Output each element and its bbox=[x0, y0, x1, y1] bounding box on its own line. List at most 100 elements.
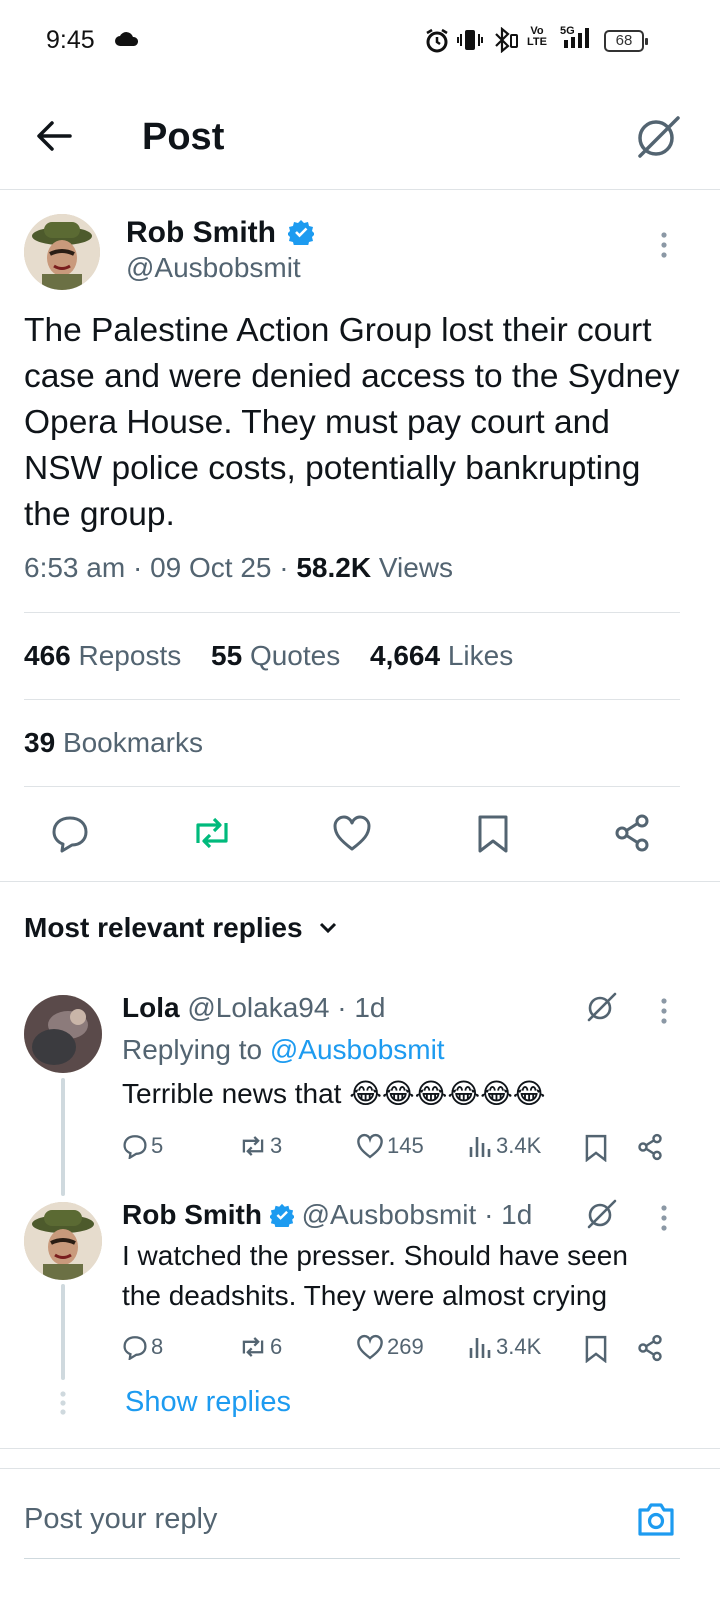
replying-to-prefix: Replying to bbox=[122, 1034, 263, 1065]
like-count: 145 bbox=[387, 1133, 424, 1158]
repost-button[interactable]: 3 bbox=[238, 1133, 282, 1159]
composer-top-divider bbox=[0, 1468, 720, 1469]
bookmarks-label: Bookmarks bbox=[62, 727, 203, 758]
reply-author-handle[interactable]: @Ausbobsmit bbox=[302, 1199, 477, 1230]
reply-button[interactable] bbox=[50, 813, 90, 853]
likes-count: 4,664 bbox=[370, 640, 441, 671]
bookmarks-count: 39 bbox=[24, 727, 56, 758]
repost-button[interactable]: 6 bbox=[238, 1334, 282, 1360]
repost-count: 3 bbox=[270, 1133, 283, 1158]
reply-header: Rob Smith @Ausbobsmit · 1d bbox=[122, 1199, 533, 1230]
reply-button[interactable]: 5 bbox=[122, 1133, 163, 1159]
more-options-icon[interactable] bbox=[658, 996, 670, 1026]
views-button[interactable]: 3.4K bbox=[468, 1334, 541, 1360]
more-options-icon[interactable] bbox=[658, 1203, 670, 1233]
likes-label: Likes bbox=[447, 640, 514, 671]
chevron-down-icon bbox=[318, 921, 338, 935]
repost-button[interactable] bbox=[190, 813, 234, 853]
avatar[interactable] bbox=[24, 1202, 102, 1280]
volte-icon: Vo LTE bbox=[527, 25, 547, 48]
verified-badge-icon bbox=[287, 219, 314, 245]
reply-icon bbox=[52, 816, 88, 853]
heart-icon bbox=[333, 815, 371, 851]
reply-text: Terrible news that 😂😂😂😂😂😂 bbox=[122, 1078, 546, 1109]
grok-button[interactable] bbox=[632, 112, 682, 162]
reply-age: 1d bbox=[354, 992, 386, 1023]
bookmark-button[interactable] bbox=[584, 1134, 608, 1162]
bookmark-button[interactable] bbox=[476, 814, 510, 854]
views-count: 3.4K bbox=[496, 1133, 542, 1158]
repost-icon bbox=[242, 1337, 264, 1357]
thread-line bbox=[61, 1284, 65, 1380]
reply-icon bbox=[123, 1336, 147, 1360]
post-meta: 6:53 am · 09 Oct 25 · 58.2K Views bbox=[24, 552, 454, 583]
5g-signal-icon: 5G bbox=[554, 24, 594, 50]
share-button[interactable] bbox=[612, 813, 652, 853]
reposts-stat[interactable]: 466 Reposts bbox=[24, 640, 181, 671]
post-time: 6:53 am bbox=[24, 552, 126, 583]
cloud-icon bbox=[114, 30, 140, 48]
like-button[interactable]: 269 bbox=[356, 1334, 424, 1360]
author-name[interactable]: Rob Smith bbox=[126, 216, 276, 249]
bookmark-button[interactable] bbox=[584, 1335, 608, 1363]
reposts-label: Reposts bbox=[78, 640, 182, 671]
replies-sort-dropdown[interactable]: Most relevant replies bbox=[24, 912, 338, 944]
reply-text-line: I watched the presser. Should have seen bbox=[122, 1240, 628, 1271]
battery-icon: 68 bbox=[604, 30, 648, 52]
repost-icon bbox=[196, 817, 228, 849]
arrow-left-icon bbox=[37, 121, 72, 151]
composer-bottom-divider bbox=[24, 1558, 680, 1559]
stats-divider bbox=[24, 699, 680, 700]
svg-text:5G: 5G bbox=[560, 25, 575, 37]
status-time: 9:45 bbox=[46, 26, 95, 54]
bookmark-icon bbox=[585, 1335, 607, 1363]
share-button[interactable] bbox=[636, 1334, 664, 1362]
grok-icon[interactable] bbox=[584, 990, 618, 1024]
reply-icon bbox=[123, 1135, 147, 1159]
views-button[interactable]: 3.4K bbox=[468, 1133, 541, 1159]
post-body: The Palestine Action Group lost their co… bbox=[24, 312, 680, 533]
reply-input[interactable]: Post your reply bbox=[24, 1503, 217, 1536]
bookmarks-divider bbox=[24, 786, 680, 787]
likes-stat[interactable]: 4,664 Likes bbox=[370, 640, 513, 671]
share-icon bbox=[615, 814, 649, 852]
camera-icon bbox=[638, 1503, 674, 1536]
share-button[interactable] bbox=[636, 1133, 664, 1161]
grok-icon[interactable] bbox=[584, 1197, 618, 1231]
quotes-stat[interactable]: 55 Quotes bbox=[211, 640, 340, 671]
views-count: 3.4K bbox=[496, 1334, 542, 1359]
actions-divider bbox=[0, 881, 720, 882]
reply-header: Lola @Lolaka94 · 1d bbox=[122, 992, 386, 1023]
reply-author-handle[interactable]: @Lolaka94 bbox=[187, 992, 329, 1023]
like-button[interactable] bbox=[332, 814, 372, 852]
reply-count: 8 bbox=[151, 1334, 164, 1359]
reply-count: 5 bbox=[151, 1133, 164, 1158]
heart-icon bbox=[357, 1334, 383, 1360]
show-replies-link[interactable]: Show replies bbox=[125, 1386, 291, 1419]
header-divider bbox=[0, 189, 720, 190]
heart-icon bbox=[357, 1133, 383, 1159]
repost-icon bbox=[242, 1136, 264, 1156]
bookmarks-stat[interactable]: 39 Bookmarks bbox=[24, 727, 203, 759]
reply-button[interactable]: 8 bbox=[122, 1334, 163, 1360]
like-count: 269 bbox=[387, 1334, 424, 1359]
reply-author-name[interactable]: Rob Smith bbox=[122, 1199, 262, 1230]
views-icon bbox=[469, 1338, 491, 1358]
grok-icon bbox=[638, 116, 680, 158]
replying-to-handle[interactable]: @Ausbobsmit bbox=[270, 1034, 445, 1065]
author-handle[interactable]: @Ausbobsmit bbox=[126, 252, 301, 284]
views-icon bbox=[469, 1137, 491, 1157]
camera-button[interactable] bbox=[636, 1500, 676, 1538]
like-button[interactable]: 145 bbox=[356, 1133, 424, 1159]
back-button[interactable] bbox=[34, 116, 74, 156]
bookmark-icon bbox=[478, 815, 508, 853]
quotes-count: 55 bbox=[211, 640, 243, 671]
reply-author-name[interactable]: Lola bbox=[122, 992, 180, 1023]
avatar[interactable] bbox=[24, 214, 100, 290]
bluetooth-icon bbox=[493, 27, 519, 53]
repost-count: 6 bbox=[270, 1334, 283, 1359]
more-options-icon[interactable] bbox=[658, 230, 670, 260]
post-date: 09 Oct 25 bbox=[150, 552, 272, 583]
views-count: 58.2K bbox=[296, 552, 372, 583]
avatar[interactable] bbox=[24, 995, 102, 1073]
